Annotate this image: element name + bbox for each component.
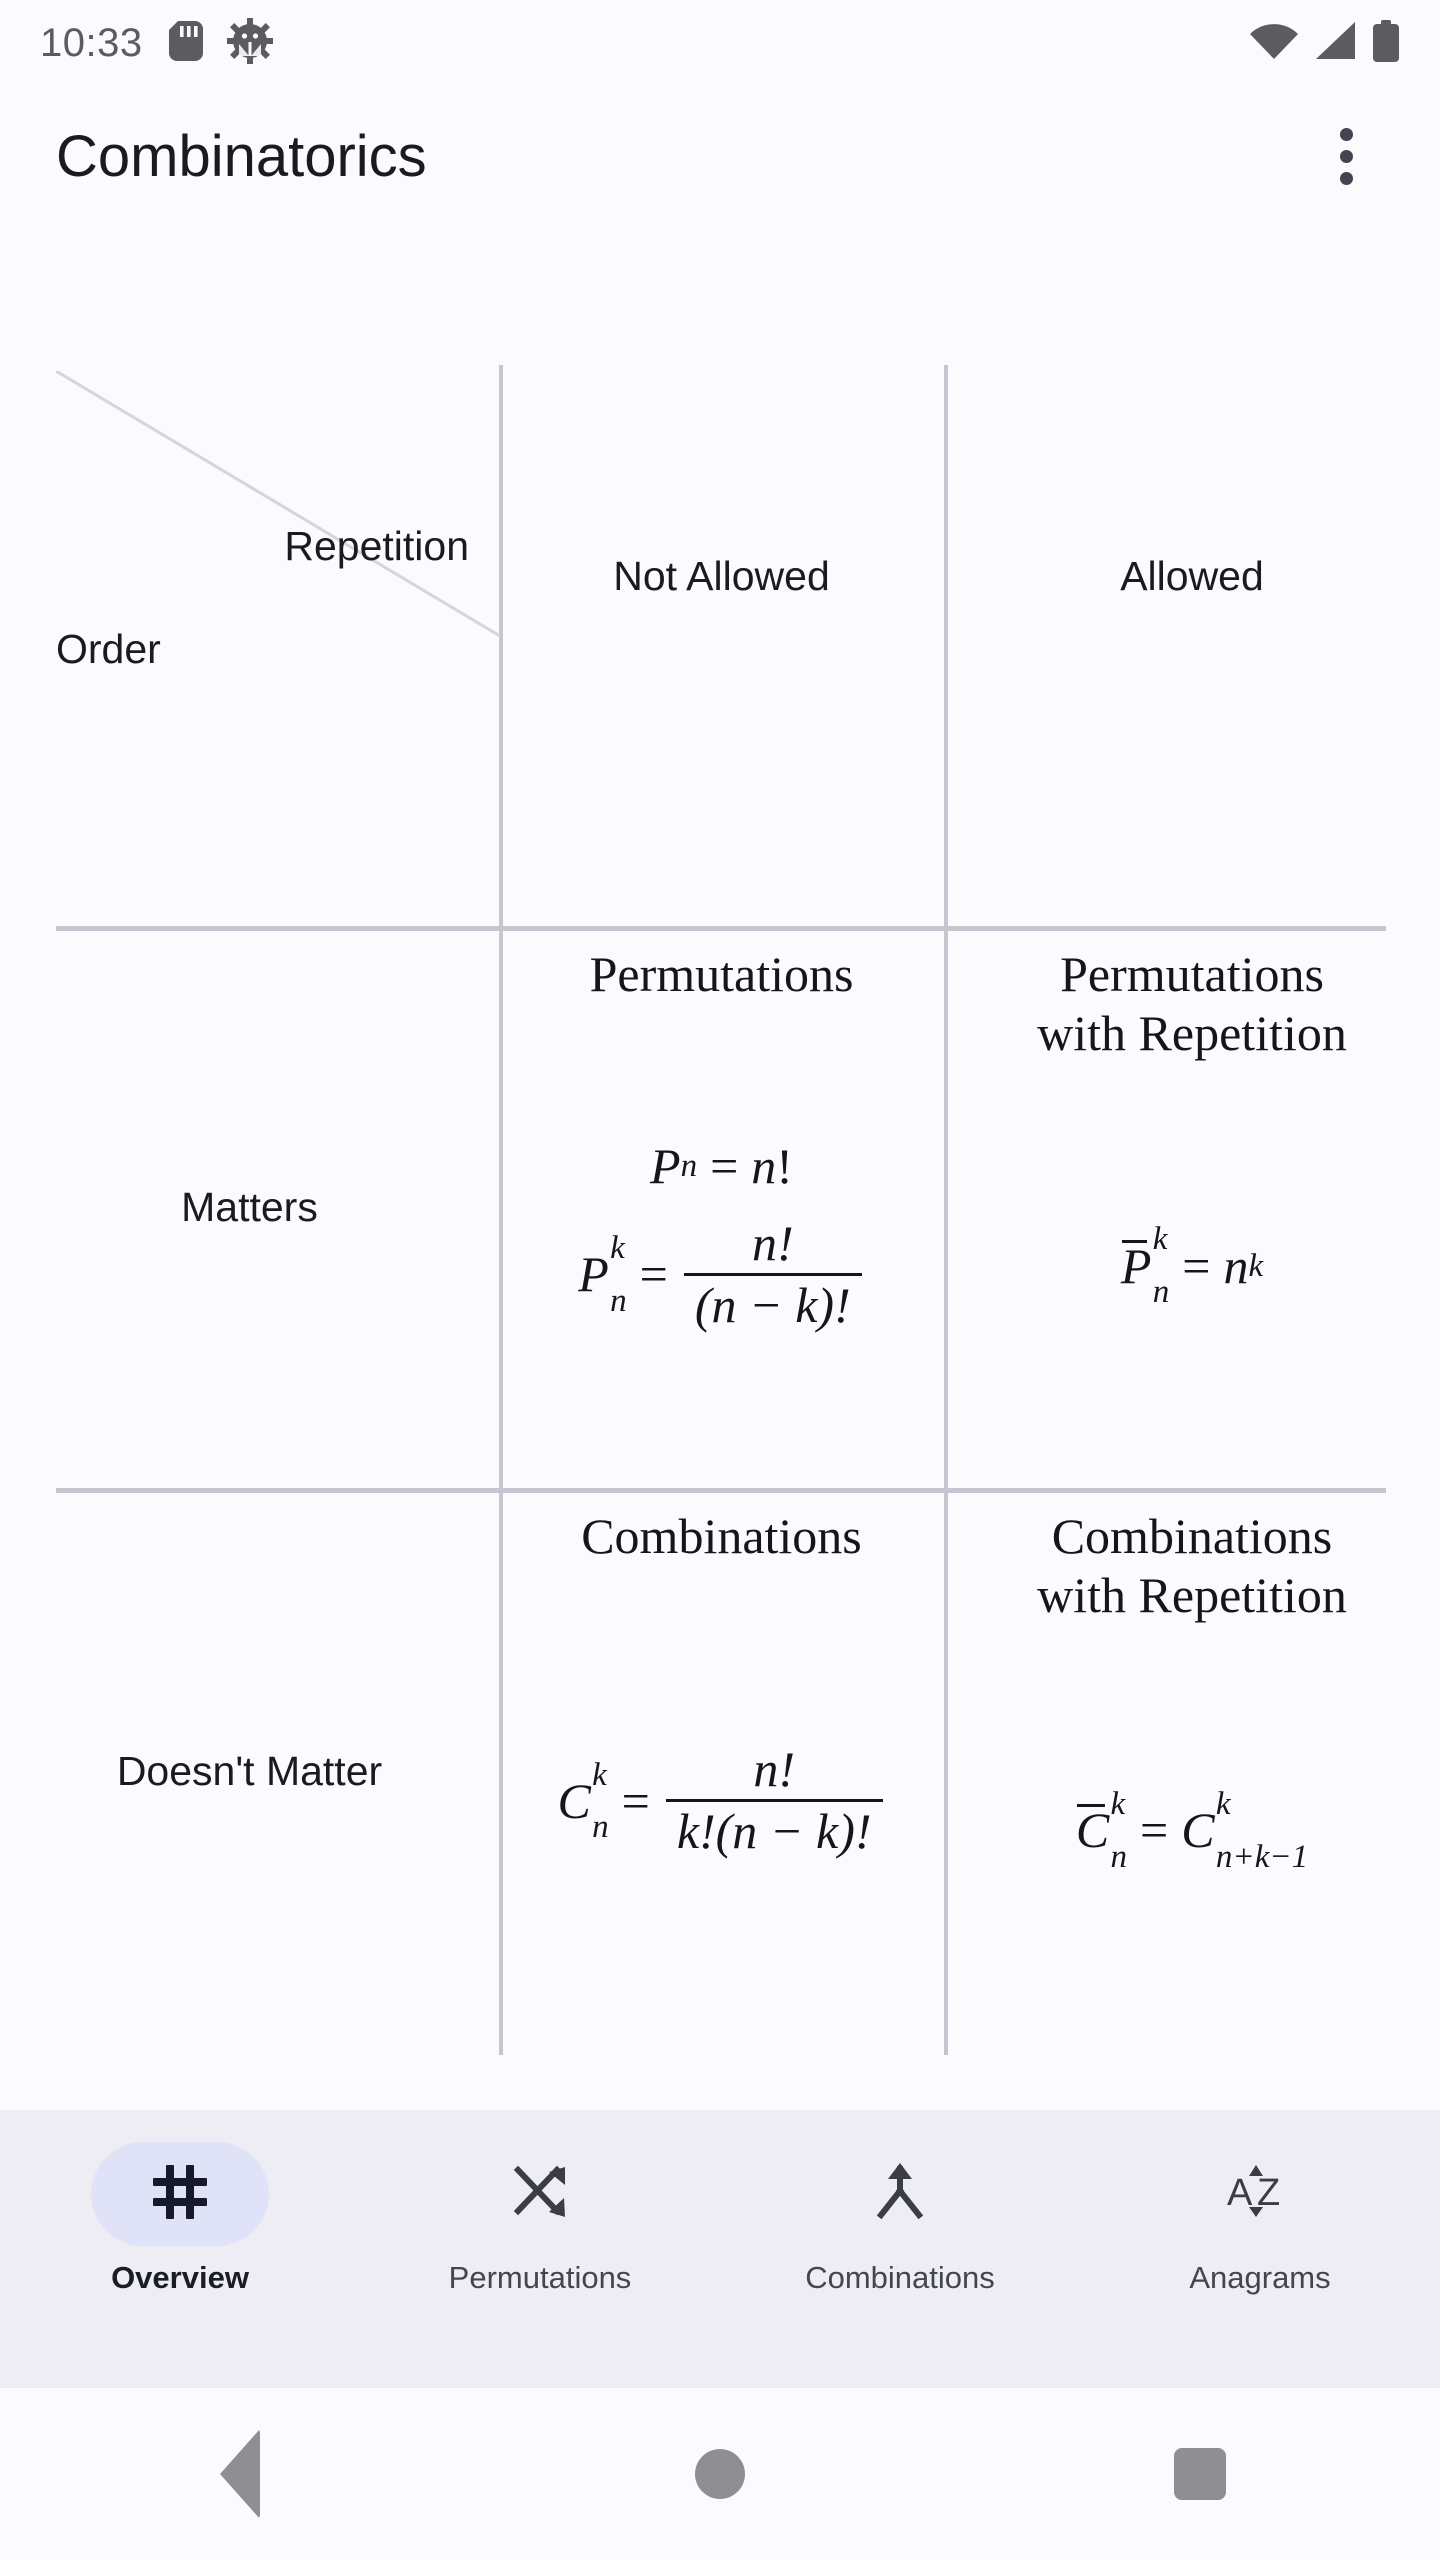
nav-label-combinations: Combinations bbox=[805, 2260, 995, 2295]
formula-combinations: Ck n = n! k!(n − k)! bbox=[557, 1743, 885, 1858]
formula-permutations-with-repetition: Pk n = n k bbox=[1120, 1221, 1264, 1311]
cell-title-line1: Combinations bbox=[1051, 1508, 1333, 1564]
nav-tab-anagrams[interactable]: A Z Anagrams bbox=[1080, 2142, 1440, 2296]
table-corner-header: Repetition Order bbox=[0, 226, 500, 926]
wifi-icon bbox=[1250, 22, 1298, 65]
page-title: Combinatorics bbox=[56, 123, 427, 189]
app-bar: Combinatorics bbox=[0, 86, 1440, 226]
formula-combinations-with-repetition: Ck n = Ck n+k−1 bbox=[1075, 1785, 1309, 1875]
table-column-header-allowed: Allowed bbox=[1120, 552, 1264, 599]
formula-permutations-total: Pn = n! bbox=[650, 1137, 793, 1194]
corner-row-axis-label: Order bbox=[56, 626, 161, 672]
nav-tab-permutations[interactable]: Permutations bbox=[360, 2142, 720, 2296]
cell-title: Combinations bbox=[581, 1508, 862, 1564]
nav-label-anagrams: Anagrams bbox=[1189, 2260, 1331, 2295]
system-navigation-bar bbox=[0, 2388, 1440, 2560]
table-cell-combinations[interactable]: Combinations Ck n = n! k!(n − k)! bbox=[499, 1488, 944, 2055]
nav-pill-permutations[interactable] bbox=[451, 2142, 629, 2246]
more-options-icon[interactable] bbox=[1298, 108, 1394, 204]
status-clock: 10:33 bbox=[40, 20, 143, 65]
home-circle-icon bbox=[695, 2449, 745, 2499]
cell-title-line2: with Repetition bbox=[1037, 1004, 1347, 1061]
combinatorics-table: Repetition Order Not Allowed Allowed Mat… bbox=[0, 226, 1440, 2110]
system-home-button[interactable] bbox=[480, 2449, 960, 2499]
cell-title-line2: with Repetition bbox=[1037, 1566, 1347, 1623]
cell-formulas: Pk n = n k bbox=[958, 1065, 1426, 1466]
shuffle-icon bbox=[509, 2161, 571, 2228]
nav-pill-combinations[interactable] bbox=[811, 2142, 989, 2246]
cell-formulas: Ck n = Ck n+k−1 bbox=[958, 1627, 1426, 2033]
back-triangle-icon bbox=[220, 2429, 260, 2519]
bottom-navigation-bar: Overview Permutations Combinations A Z A… bbox=[0, 2110, 1440, 2388]
nav-label-overview: Overview bbox=[111, 2260, 249, 2295]
status-bar: 10:33 bbox=[0, 0, 1440, 86]
table-grid: Repetition Order Not Allowed Allowed Mat… bbox=[0, 226, 1440, 2110]
sort-az-icon: A Z bbox=[1225, 2161, 1295, 2228]
corner-column-axis-label: Repetition bbox=[284, 523, 469, 569]
nav-pill-overview[interactable] bbox=[91, 2142, 269, 2246]
hash-grid-icon bbox=[149, 2161, 211, 2228]
cellular-signal-icon bbox=[1314, 21, 1356, 65]
recents-square-icon bbox=[1174, 2448, 1226, 2500]
cell-formulas: Ck n = n! k!(n − k)! bbox=[513, 1569, 930, 2034]
status-right-icons bbox=[1250, 19, 1400, 67]
sd-card-icon bbox=[168, 20, 203, 66]
system-back-button[interactable] bbox=[0, 2429, 480, 2519]
table-cell-permutations[interactable]: Permutations Pn = n! Pk n = n! (n − k)! bbox=[499, 926, 944, 1488]
formula-permutations-k: Pk n = n! (n − k)! bbox=[578, 1216, 864, 1332]
nav-tab-combinations[interactable]: Combinations bbox=[720, 2142, 1080, 2296]
cell-title-line1: Permutations bbox=[1060, 946, 1324, 1002]
nav-tab-overview[interactable]: Overview bbox=[0, 2142, 360, 2296]
system-recents-button[interactable] bbox=[960, 2448, 1440, 2500]
svg-text:A: A bbox=[1227, 2172, 1253, 2214]
table-row-header-matters: Matters bbox=[181, 1183, 318, 1230]
table-row-header-doesnt-matter: Doesn't Matter bbox=[116, 1748, 383, 1794]
cell-formulas: Pn = n! Pk n = n! (n − k)! bbox=[513, 1007, 930, 1467]
corner-diagonal-line bbox=[56, 371, 500, 791]
table-cell-combinations-with-repetition[interactable]: Combinations with Repetition Ck n = Ck n+k−1 bbox=[944, 1488, 1440, 2055]
android-debug-gear-icon bbox=[226, 17, 273, 69]
table-column-header-not-allowed: Not Allowed bbox=[613, 552, 830, 599]
call-merge-icon bbox=[869, 2161, 931, 2228]
cell-title: Permutations bbox=[589, 946, 854, 1002]
table-cell-permutations-with-repetition[interactable]: Permutations with Repetition Pk n = n k bbox=[944, 926, 1440, 1488]
status-left-icons bbox=[168, 17, 273, 69]
app-screen: 10:33 Combinatorics Repetition Order Not… bbox=[0, 0, 1440, 2560]
battery-icon bbox=[1372, 19, 1400, 67]
nav-label-permutations: Permutations bbox=[448, 2260, 632, 2295]
nav-pill-anagrams[interactable]: A Z bbox=[1171, 2142, 1349, 2246]
